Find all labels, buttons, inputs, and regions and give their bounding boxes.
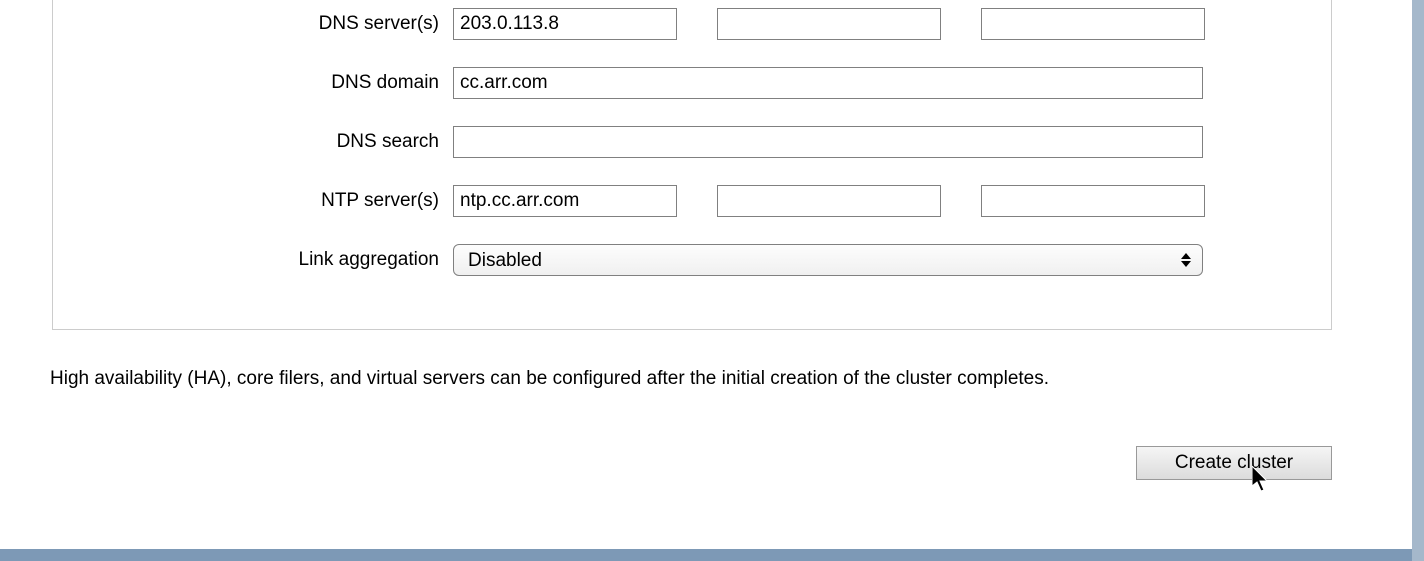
dns-domain-row: DNS domain — [53, 67, 1331, 99]
link-aggregation-row: Link aggregation Disabled — [53, 244, 1331, 276]
dns-search-input[interactable] — [453, 126, 1203, 158]
dns-search-row: DNS search — [53, 126, 1331, 158]
dns-servers-row: DNS server(s) — [53, 8, 1331, 40]
ntp-server-1-input[interactable] — [453, 185, 677, 217]
ntp-server-2-input[interactable] — [717, 185, 941, 217]
dns-domain-label: DNS domain — [53, 72, 453, 94]
dns-server-2-input[interactable] — [717, 8, 941, 40]
dns-server-1-input[interactable] — [453, 8, 677, 40]
dns-servers-label: DNS server(s) — [53, 13, 453, 35]
form-panel: DNS server(s) DNS domain DNS search NTP … — [52, 0, 1332, 330]
ntp-server-3-input[interactable] — [981, 185, 1205, 217]
create-cluster-button[interactable]: Create cluster — [1136, 446, 1332, 480]
link-aggregation-label: Link aggregation — [53, 249, 453, 271]
dns-domain-input[interactable] — [453, 67, 1203, 99]
post-creation-note: High availability (HA), core filers, and… — [50, 368, 1049, 390]
link-aggregation-select[interactable]: Disabled — [453, 244, 1203, 276]
dns-search-label: DNS search — [53, 131, 453, 153]
ntp-servers-label: NTP server(s) — [53, 190, 453, 212]
dns-server-3-input[interactable] — [981, 8, 1205, 40]
ntp-servers-row: NTP server(s) — [53, 185, 1331, 217]
